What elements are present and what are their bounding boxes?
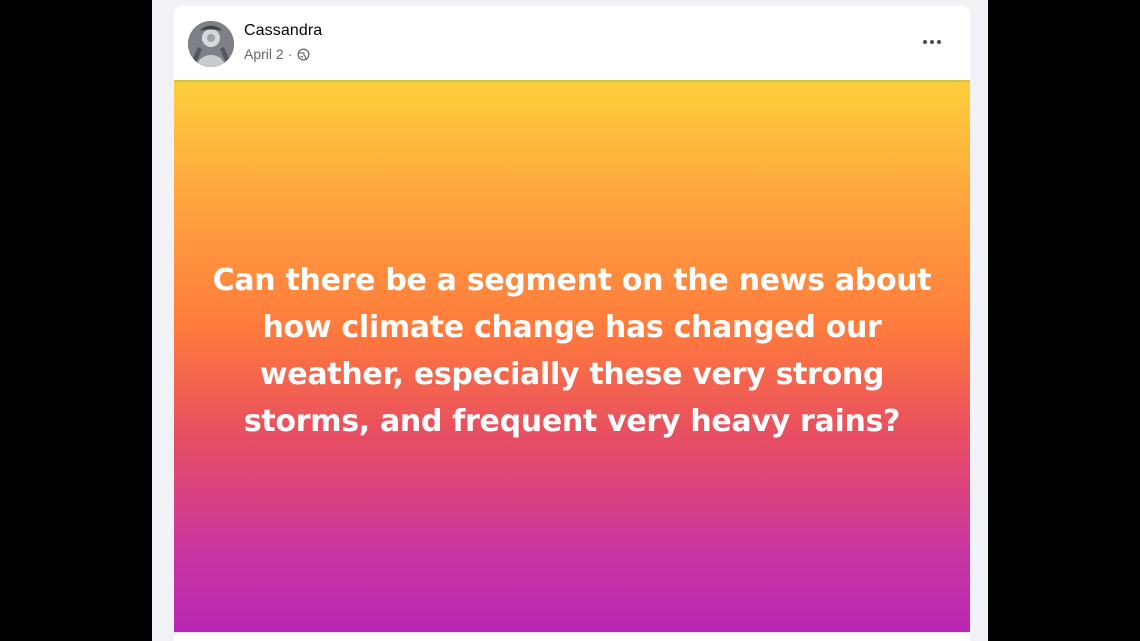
meta-separator: ·	[287, 46, 293, 62]
feed-area: Cassandra April 2 · Can there be a segme…	[152, 0, 988, 641]
post-header: Cassandra April 2 ·	[174, 6, 970, 80]
more-dot	[930, 40, 934, 44]
more-dot	[923, 40, 927, 44]
post-text: Can there be a segment on the news about…	[212, 263, 932, 439]
post-footer	[174, 632, 970, 641]
post-text-background: Can there be a segment on the news about…	[174, 80, 970, 634]
globe-icon[interactable]	[297, 47, 310, 61]
more-options-button[interactable]	[914, 28, 950, 56]
author-avatar[interactable]	[188, 21, 234, 67]
more-dot	[937, 40, 941, 44]
author-name[interactable]: Cassandra	[244, 22, 322, 40]
post-card: Cassandra April 2 · Can there be a segme…	[174, 6, 970, 641]
post-meta: April 2 ·	[244, 46, 310, 62]
post-date[interactable]: April 2	[244, 46, 284, 62]
avatar-photo-icon	[188, 21, 234, 67]
